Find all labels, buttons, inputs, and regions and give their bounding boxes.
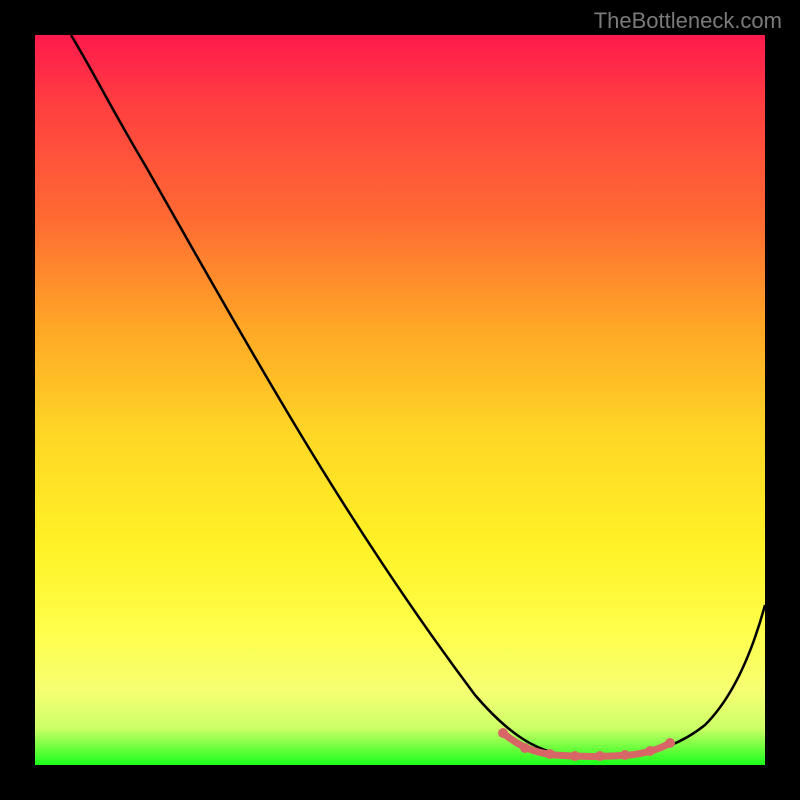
- watermark-text: TheBottleneck.com: [594, 8, 782, 34]
- optimal-zone-highlight: [35, 35, 765, 765]
